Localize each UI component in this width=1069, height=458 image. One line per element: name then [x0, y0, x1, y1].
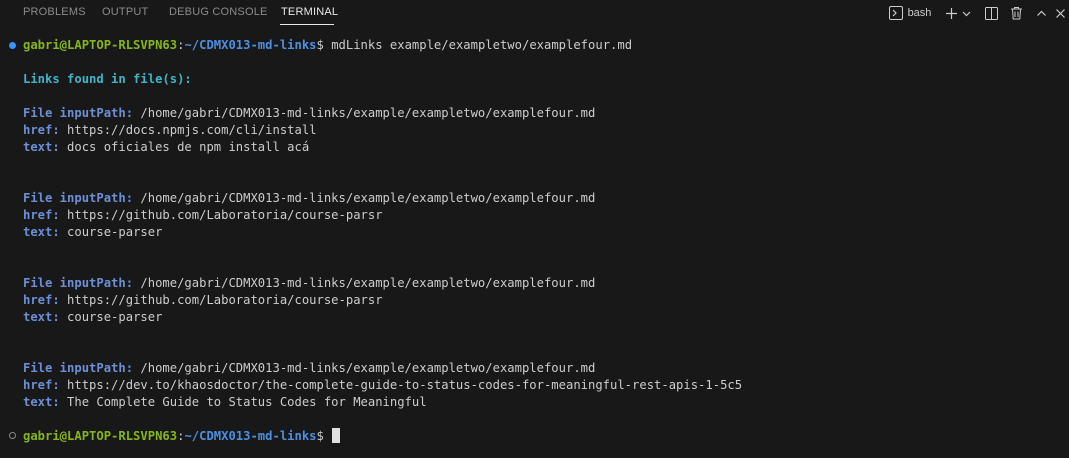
chevron-up-icon	[1036, 8, 1047, 19]
link-href-line: href: https://docs.npmjs.com/cli/install	[23, 122, 317, 139]
output-heading: Links found in file(s):	[23, 72, 192, 86]
link-file-line: File inputPath: /home/gabri/CDMX013-md-l…	[23, 275, 595, 292]
command-pending-decoration[interactable]	[9, 432, 16, 439]
output-heading-line: Links found in file(s):	[23, 71, 192, 88]
file-value: /home/gabri/CDMX013-md-links/example/exa…	[140, 361, 596, 375]
file-key: File inputPath:	[23, 106, 134, 120]
text-key: text:	[23, 140, 60, 154]
text-key: text:	[23, 310, 60, 324]
split-terminal-icon	[984, 6, 998, 20]
plus-icon	[945, 7, 958, 20]
terminal-profile-button[interactable]: bash	[886, 4, 934, 22]
command-line: gabri@LAPTOP-RLSVPN63:~/CDMX013-md-links…	[23, 38, 633, 52]
terminal-cursor	[331, 428, 340, 443]
href-value: https://docs.npmjs.com/cli/install	[67, 123, 317, 137]
prompt-user-host: gabri@LAPTOP-RLSVPN63	[23, 38, 178, 52]
href-key: href:	[23, 293, 60, 307]
prompt-line[interactable]: gabri@LAPTOP-RLSVPN63:~/CDMX013-md-links…	[23, 428, 340, 445]
text-key: text:	[23, 225, 60, 239]
close-icon	[1055, 8, 1066, 19]
prompt-symbol: $	[316, 38, 324, 52]
file-key: File inputPath:	[23, 276, 134, 290]
link-file-line: File inputPath: /home/gabri/CDMX013-md-l…	[23, 190, 595, 207]
chevron-down-icon	[962, 9, 971, 18]
terminal-panel: PROBLEMS OUTPUT DEBUG CONSOLE TERMINAL b…	[0, 0, 1069, 458]
split-terminal-button[interactable]	[983, 4, 999, 22]
terminal-icon	[888, 6, 903, 20]
close-panel-button[interactable]	[1053, 4, 1067, 22]
new-terminal-button[interactable]	[943, 4, 959, 22]
link-href-line: href: https://dev.to/khaosdoctor/the-com…	[23, 377, 742, 394]
href-key: href:	[23, 123, 60, 137]
prompt-path: ~/CDMX013-md-links	[184, 429, 317, 443]
file-value: /home/gabri/CDMX013-md-links/example/exa…	[140, 276, 596, 290]
link-text-line: text: course-parser	[23, 224, 162, 241]
active-tab-indicator	[280, 24, 334, 25]
link-file-line: File inputPath: /home/gabri/CDMX013-md-l…	[23, 105, 595, 122]
file-value: /home/gabri/CDMX013-md-links/example/exa…	[140, 191, 596, 205]
prompt-symbol: $	[316, 429, 324, 443]
link-text-line: text: docs oficiales de npm install acá	[23, 139, 309, 156]
link-text-line: text: course-parser	[23, 309, 162, 326]
file-key: File inputPath:	[23, 191, 134, 205]
text-value: course-parser	[67, 225, 163, 239]
text-key: text:	[23, 395, 60, 409]
file-value: /home/gabri/CDMX013-md-links/example/exa…	[140, 106, 596, 120]
file-key: File inputPath:	[23, 361, 134, 375]
prompt-user-host: gabri@LAPTOP-RLSVPN63	[23, 429, 178, 443]
link-file-line: File inputPath: /home/gabri/CDMX013-md-l…	[23, 360, 595, 377]
trash-icon	[1010, 6, 1023, 20]
text-value: docs oficiales de npm install acá	[67, 140, 310, 154]
maximize-panel-button[interactable]	[1034, 4, 1048, 22]
text-value: The Complete Guide to Status Codes for M…	[67, 395, 427, 409]
href-key: href:	[23, 208, 60, 222]
href-value: https://github.com/Laboratoria/course-pa…	[67, 208, 383, 222]
command-success-decoration[interactable]	[9, 42, 16, 49]
shell-label: bash	[907, 7, 932, 19]
panel-actions: bash	[0, 4, 1069, 22]
terminal-dropdown-button[interactable]	[960, 4, 972, 22]
prompt-path: ~/CDMX013-md-links	[184, 38, 317, 52]
link-text-line: text: The Complete Guide to Status Codes…	[23, 394, 427, 411]
terminal-output[interactable]: gabri@LAPTOP-RLSVPN63:~/CDMX013-md-links…	[0, 26, 1069, 458]
href-value: https://github.com/Laboratoria/course-pa…	[67, 293, 383, 307]
command-text: mdLinks example/exampletwo/examplefour.m…	[331, 38, 633, 52]
kill-terminal-button[interactable]	[1008, 4, 1024, 22]
href-key: href:	[23, 378, 60, 392]
link-href-line: href: https://github.com/Laboratoria/cou…	[23, 292, 383, 309]
panel-tab-bar: PROBLEMS OUTPUT DEBUG CONSOLE TERMINAL b…	[0, 0, 1069, 26]
link-href-line: href: https://github.com/Laboratoria/cou…	[23, 207, 383, 224]
href-value: https://dev.to/khaosdoctor/the-complete-…	[67, 378, 743, 392]
text-value: course-parser	[67, 310, 163, 324]
